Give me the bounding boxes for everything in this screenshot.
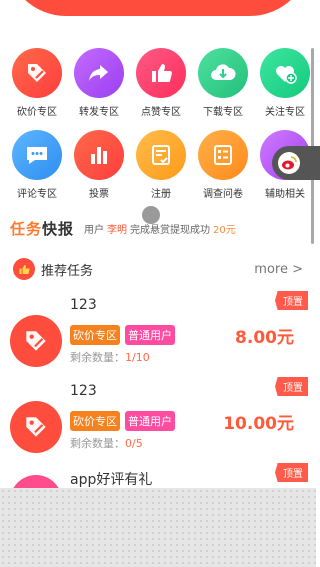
task-title: 123 (70, 297, 97, 313)
news-user: 李明 (107, 224, 128, 236)
pinned-badge: 顶置 (275, 377, 308, 396)
category-label: 转发专区 (79, 107, 119, 118)
chat-bubble-icon (12, 130, 62, 180)
task-tag-user-level: 普通用户 (125, 411, 175, 431)
category-label: 投票 (89, 189, 109, 200)
category-survey[interactable]: 调查问卷 (192, 130, 254, 200)
task-tag-category: 砍价专区 (70, 325, 120, 345)
task-item[interactable]: 123 砍价专区 普通用户 剩余数量：0/5 10.00元 顶置 (0, 377, 316, 475)
task-item[interactable]: 123 砍价专区 普通用户 剩余数量：1/10 8.00元 顶置 (0, 291, 316, 389)
task-remaining: 剩余数量：0/5 (70, 437, 143, 450)
pinned-badge: 顶置 (275, 463, 308, 482)
weibo-logo-icon (278, 152, 300, 174)
category-label: 辅助相关 (265, 189, 305, 200)
category-label: 砍价专区 (17, 107, 57, 118)
page-background-overlay (0, 488, 316, 567)
more-link[interactable]: more > (254, 262, 303, 277)
section-title: 推荐任务 (41, 263, 94, 279)
category-label: 调查问卷 (203, 189, 243, 200)
category-label: 点赞专区 (141, 107, 181, 118)
category-label: 评论专区 (17, 189, 57, 200)
category-register[interactable]: 注册 (130, 130, 192, 200)
thumbs-up-icon (13, 258, 35, 280)
thumbs-up-icon (136, 48, 186, 98)
category-bargain[interactable]: 砍价专区 (6, 48, 68, 118)
pinned-badge: 顶置 (275, 291, 308, 310)
task-price: 8.00元 (235, 328, 294, 348)
floating-assistant-button[interactable] (272, 146, 320, 180)
task-tag-user-level: 普通用户 (125, 325, 175, 345)
news-ticker: 任务快报 用户 李明 完成悬赏提现成功 20元 (10, 218, 306, 238)
category-label: 注册 (151, 189, 171, 200)
task-remaining: 剩余数量：1/10 (70, 351, 150, 364)
bar-chart-icon (74, 130, 124, 180)
cloud-download-icon (198, 48, 248, 98)
category-share[interactable]: 转发专区 (68, 48, 130, 118)
task-price: 10.00元 (223, 414, 294, 434)
tag-icon (12, 48, 62, 98)
news-logo: 任务快报 (10, 219, 75, 238)
category-comment[interactable]: 评论专区 (6, 130, 68, 200)
header-banner (6, 0, 310, 16)
category-follow[interactable]: 关注专区 (254, 48, 316, 118)
news-message: 用户 李明 完成悬赏提现成功 20元 (84, 224, 236, 236)
form-check-icon (136, 130, 186, 180)
heart-plus-icon (260, 48, 310, 98)
survey-list-icon (198, 130, 248, 180)
recommend-header: 推荐任务 more > (13, 257, 303, 281)
category-label: 关注专区 (265, 107, 305, 118)
task-title: app好评有礼 (70, 472, 153, 488)
tag-icon (10, 315, 62, 367)
task-title: 123 (70, 383, 97, 399)
category-like[interactable]: 点赞专区 (130, 48, 192, 118)
category-label: 下载专区 (203, 107, 243, 118)
task-tag-category: 砍价专区 (70, 411, 120, 431)
tag-icon (10, 401, 62, 453)
news-amount: 20元 (213, 224, 236, 236)
category-vote[interactable]: 投票 (68, 130, 130, 200)
share-arrow-icon (74, 48, 124, 98)
category-download[interactable]: 下载专区 (192, 48, 254, 118)
